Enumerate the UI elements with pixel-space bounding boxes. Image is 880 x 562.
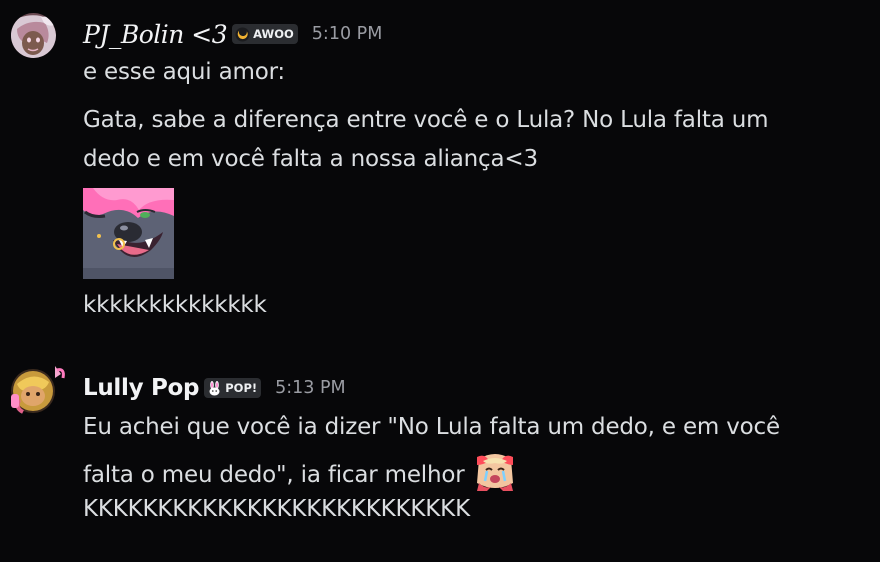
message-group-pj-bolin: PJ_Bolin <3 AWOO 5:10 PM e esse aqui amo… xyxy=(0,0,880,330)
crying-face-emoji[interactable] xyxy=(474,453,515,491)
wolf-face-sticker-image xyxy=(83,188,174,279)
message-text: falta o meu dedo", ia ficar melhor xyxy=(83,462,465,488)
message-text: KKKKKKKKKKKKKKKKKKKKKKKKKK xyxy=(83,496,470,522)
avatar-lully-pop[interactable] xyxy=(11,366,65,414)
message-text: kkkkkkkkkkkkkk xyxy=(83,292,267,318)
avatar-lully-pop-image xyxy=(11,366,65,414)
guild-tag-label: POP! xyxy=(225,381,258,395)
message-group-lully-pop: Lully Pop POP! 5:13 PM Eu achei que você… xyxy=(0,350,880,550)
username[interactable]: Lully Pop xyxy=(83,375,200,401)
message-text: e esse aqui amor: xyxy=(83,59,285,85)
message-text: Gata, sabe a diferença entre você e o Lu… xyxy=(83,107,769,133)
message-text: dedo e em você falta a nossa aliança<3 xyxy=(83,146,538,172)
guild-tag-awoo[interactable]: AWOO xyxy=(232,24,298,44)
message-text-with-emoji: falta o meu dedo", ia ficar melhor xyxy=(83,453,515,491)
bunny-icon xyxy=(207,380,222,396)
guild-tag-label: AWOO xyxy=(253,27,294,41)
timestamp: 5:13 PM xyxy=(275,378,346,398)
message-header: PJ_Bolin <3 AWOO 5:10 PM xyxy=(83,16,382,52)
timestamp: 5:10 PM xyxy=(311,24,383,44)
username[interactable]: PJ_Bolin <3 xyxy=(83,20,228,49)
guild-tag-pop[interactable]: POP! xyxy=(204,378,262,398)
avatar-pj-bolin[interactable] xyxy=(11,13,56,58)
message-text: Eu achei que você ia dizer "No Lula falt… xyxy=(83,414,780,440)
wolf-face-sticker[interactable] xyxy=(83,188,174,279)
avatar-pj-bolin-image xyxy=(11,13,56,58)
message-header: Lully Pop POP! 5:13 PM xyxy=(83,370,346,406)
crescent-moon-icon xyxy=(235,27,250,42)
